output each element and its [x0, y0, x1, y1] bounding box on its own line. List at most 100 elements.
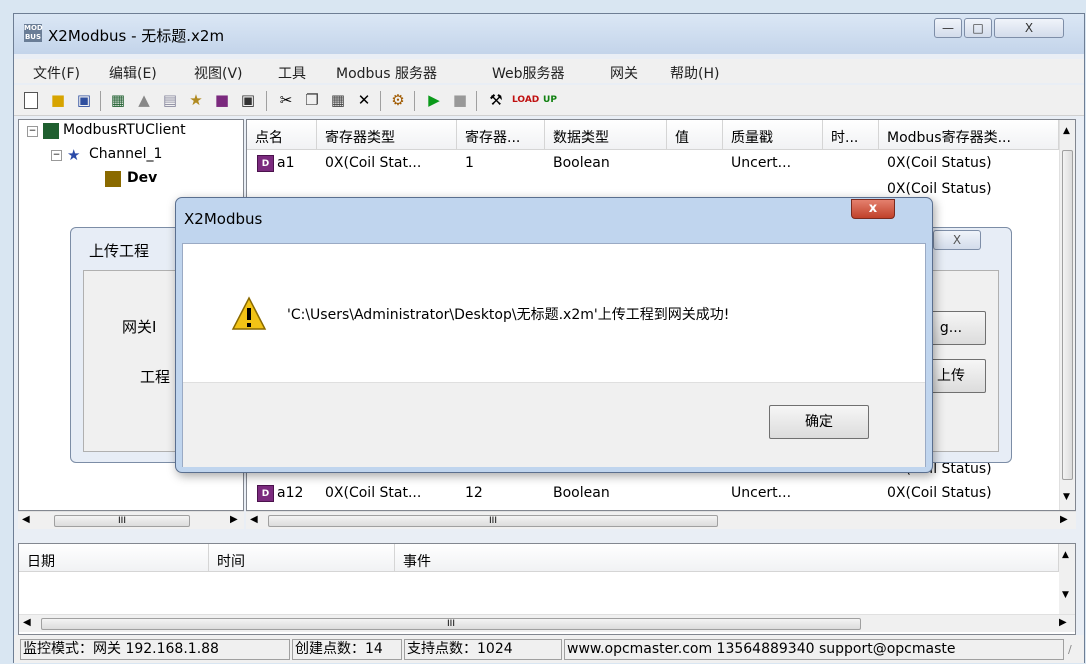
scroll-left-arrow-icon[interactable]: ◀ [22, 514, 30, 525]
upload-dialog-close-button[interactable]: X [933, 230, 981, 250]
toolbar-separator [266, 91, 267, 111]
save-icon[interactable]: ▣ [74, 90, 94, 110]
tree-hscrollbar[interactable]: ◀ III ▶ [18, 511, 244, 529]
cut-icon[interactable]: ✂ [276, 90, 296, 110]
paste-icon[interactable]: ▦ [328, 90, 348, 110]
scroll-right-arrow-icon[interactable]: ▶ [1060, 514, 1068, 525]
cell-quality: Uncert... [731, 155, 792, 171]
message-box-footer: 确定 [183, 382, 925, 467]
cell-modbus-reg-type: 0X(Coil Status) [887, 181, 992, 197]
monitor-icon[interactable]: ⚙ [388, 90, 408, 110]
cell-register: 12 [465, 485, 483, 501]
device-icon [105, 171, 121, 187]
log-vscrollbar[interactable]: ▲ ▼ [1059, 544, 1075, 616]
status-contact: www.opcmaster.com 13564889340 support@op… [564, 639, 1064, 660]
scroll-down-arrow-icon[interactable]: ▼ [1063, 492, 1070, 502]
message-text: 'C:\Users\Administrator\Desktop\无标题.x2m'… [287, 307, 730, 323]
log-hscrollbar[interactable]: ◀ III ▶ [19, 614, 1075, 632]
minimize-button[interactable]: — [934, 18, 962, 38]
ok-button[interactable]: 确定 [769, 405, 869, 439]
scroll-up-arrow-icon[interactable]: ▲ [1063, 126, 1070, 136]
scroll-right-arrow-icon[interactable]: ▶ [230, 514, 238, 525]
menu-edit[interactable]: 编辑(E) [109, 63, 157, 83]
scroll-left-arrow-icon[interactable]: ◀ [250, 514, 258, 525]
status-mode: 监控模式：网关 192.168.1.88 [20, 639, 290, 660]
col-header-register[interactable]: 寄存器... [457, 120, 545, 150]
cell-data-type: Boolean [553, 485, 610, 501]
table-row[interactable]: D a12 0X(Coil Stat... 12 Boolean Uncert.… [247, 480, 1059, 506]
open-folder-icon[interactable]: ■ [48, 90, 68, 110]
toolbar-separator [476, 91, 477, 111]
status-created-points: 创建点数：14 [292, 639, 402, 660]
scroll-left-arrow-icon[interactable]: ◀ [23, 617, 31, 628]
stop-icon[interactable]: ■ [450, 90, 470, 110]
new-file-icon[interactable] [24, 92, 38, 109]
message-box-title: X2Modbus [184, 210, 263, 228]
scroll-thumb[interactable]: III [54, 515, 190, 527]
tree-channel-label[interactable]: Channel_1 [89, 146, 162, 162]
menu-help[interactable]: 帮助(H) [670, 63, 719, 83]
tools-icon[interactable]: ⚒ [486, 90, 506, 110]
col-header-quality[interactable]: 质量戳 [723, 120, 823, 150]
cell-modbus-reg-type: 0X(Coil Status) [887, 155, 992, 171]
resize-grip-icon[interactable]: ∕ [1068, 643, 1072, 656]
import-icon[interactable]: ★ [186, 90, 206, 110]
cell-quality: Uncert... [731, 485, 792, 501]
copy-icon[interactable]: ❐ [302, 90, 322, 110]
status-bar: 监控模式：网关 192.168.1.88 创建点数：14 支持点数：1024 w… [14, 635, 1084, 663]
log-col-date[interactable]: 日期 [19, 544, 209, 572]
scroll-thumb[interactable]: III [268, 515, 718, 527]
load-icon[interactable]: LOAD [512, 90, 539, 110]
table-vscrollbar[interactable]: ▲ ▼ [1059, 120, 1075, 510]
cell-modbus-reg-type: 0X(Coil Status) [887, 485, 992, 501]
app-logo-icon: MOD BUS [24, 24, 43, 42]
collapse-toggle[interactable]: − [27, 126, 38, 137]
menu-modbus-server[interactable]: Modbus 服务器 [336, 63, 437, 83]
table-hscrollbar[interactable]: ◀ III ▶ [246, 511, 1076, 529]
message-box: X2Modbus x 'C:\Users\Administrator\Deskt… [175, 197, 933, 473]
scroll-thumb[interactable] [1062, 150, 1073, 480]
col-header-reg-type[interactable]: 寄存器类型 [317, 120, 457, 150]
scroll-right-arrow-icon[interactable]: ▶ [1059, 617, 1067, 628]
cell-reg-type: 0X(Coil Stat... [325, 155, 422, 171]
maximize-button[interactable]: □ [964, 18, 992, 38]
scroll-up-arrow-icon[interactable]: ▲ [1062, 550, 1069, 560]
event-log: 日期 时间 事件 ▲ ▼ ◀ III ▶ [18, 543, 1076, 635]
menu-tools[interactable]: 工具 [278, 63, 306, 83]
message-box-body: 'C:\Users\Administrator\Desktop\无标题.x2m'… [182, 243, 926, 467]
properties-icon[interactable]: ▣ [238, 90, 258, 110]
client-icon [43, 123, 59, 139]
log-col-event[interactable]: 事件 [395, 544, 1059, 572]
menu-web-server[interactable]: Web服务器 [492, 63, 565, 83]
menu-view[interactable]: 视图(V) [194, 63, 243, 83]
message-box-close-button[interactable]: x [851, 199, 895, 219]
col-header-modbus-reg-type[interactable]: Modbus寄存器类... [879, 120, 1059, 150]
status-supported-points: 支持点数：1024 [404, 639, 562, 660]
upload-icon[interactable]: UP [540, 90, 560, 110]
delete-icon[interactable]: ✕ [354, 90, 374, 110]
col-header-data-type[interactable]: 数据类型 [545, 120, 667, 150]
channel-icon: ★ [67, 146, 81, 164]
tree-root-label[interactable]: ModbusRTUClient [63, 122, 243, 138]
table-row[interactable]: D a1 0X(Coil Stat... 1 Boolean Uncert...… [247, 150, 1059, 176]
tag-icon: D [257, 155, 274, 172]
cell-data-type: Boolean [553, 155, 610, 171]
run-icon[interactable]: ▶ [424, 90, 444, 110]
warning-icon [231, 296, 267, 332]
collapse-toggle[interactable]: − [51, 150, 62, 161]
menu-file[interactable]: 文件(F) [33, 63, 80, 83]
scroll-down-arrow-icon[interactable]: ▼ [1062, 590, 1069, 600]
upload-dialog-title: 上传工程 [89, 242, 150, 260]
add-block-icon[interactable]: ▤ [160, 90, 180, 110]
col-header-name[interactable]: 点名 [247, 120, 317, 150]
tree-device-label[interactable]: Dev [127, 170, 157, 186]
scroll-thumb[interactable]: III [41, 618, 861, 630]
col-header-time[interactable]: 时... [823, 120, 879, 150]
col-header-value[interactable]: 值 [667, 120, 723, 150]
add-device-icon[interactable]: ▲ [134, 90, 154, 110]
log-col-time[interactable]: 时间 [209, 544, 395, 572]
add-tag-icon[interactable]: ■ [212, 90, 232, 110]
add-channel-icon[interactable]: ▦ [108, 90, 128, 110]
close-button[interactable]: X [994, 18, 1064, 38]
menu-gateway[interactable]: 网关 [610, 63, 638, 83]
